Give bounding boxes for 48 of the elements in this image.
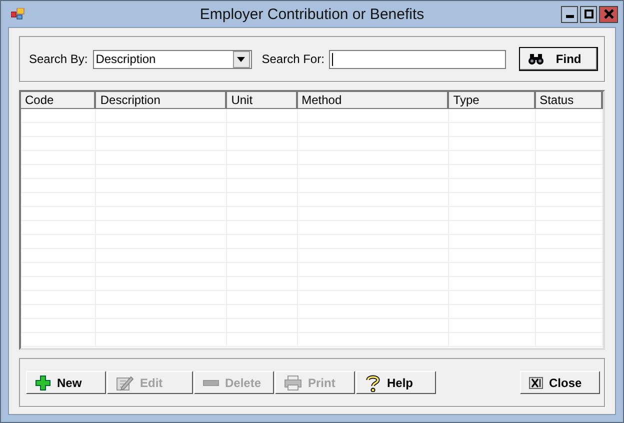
- new-button[interactable]: New: [26, 371, 106, 394]
- table-cell: [536, 235, 603, 249]
- table-cell: [227, 333, 298, 347]
- table-cell: [536, 179, 603, 193]
- close-window-button[interactable]: Close: [520, 371, 600, 394]
- table-cell: [536, 319, 603, 333]
- maximize-button[interactable]: [580, 6, 597, 22]
- find-button[interactable]: Find: [518, 47, 598, 71]
- minimize-button[interactable]: [561, 6, 578, 22]
- help-button[interactable]: Help: [356, 371, 436, 394]
- pencil-icon: [116, 374, 134, 390]
- search-by-label: Search By:: [29, 52, 88, 66]
- window-title: Employer Contribution or Benefits: [200, 6, 424, 22]
- table-cell: [536, 193, 603, 207]
- table-cell: [536, 165, 603, 179]
- plus-icon: [35, 374, 51, 390]
- table-cell: [536, 123, 603, 137]
- table-cell: [536, 221, 603, 235]
- printer-icon: [284, 374, 302, 390]
- table-cell: [536, 137, 603, 151]
- search-for-label: Search For:: [262, 52, 324, 66]
- question-mark-icon: [365, 374, 381, 392]
- close-button[interactable]: [599, 6, 618, 22]
- table-cell: [227, 109, 298, 123]
- binoculars-icon: [528, 52, 544, 66]
- dropdown-arrow-icon: [237, 56, 246, 62]
- maximize-icon: [584, 9, 594, 19]
- close-window-icon: [529, 376, 543, 388]
- table-cell: [536, 305, 603, 319]
- column-header[interactable]: Code: [21, 92, 96, 109]
- table-cell: [536, 277, 603, 291]
- minus-icon: [203, 378, 219, 386]
- table-cell: [536, 109, 603, 123]
- column-header[interactable]: Type: [449, 92, 536, 109]
- table-cell: [536, 151, 603, 165]
- app-icon: [11, 8, 25, 20]
- table-cell: [536, 249, 603, 263]
- column-header[interactable]: Description: [96, 92, 228, 109]
- search-field[interactable]: [329, 50, 506, 68]
- column-header[interactable]: Method: [298, 92, 450, 109]
- table-cell: [536, 263, 603, 277]
- table-cell: [536, 207, 603, 221]
- column-header[interactable]: Status: [536, 92, 603, 109]
- column-header[interactable]: Unit: [227, 92, 298, 109]
- table-cell: [536, 291, 603, 305]
- search-by-dropdown[interactable]: Description: [92, 50, 252, 68]
- close-icon: [604, 9, 614, 19]
- table-cell: [536, 333, 603, 347]
